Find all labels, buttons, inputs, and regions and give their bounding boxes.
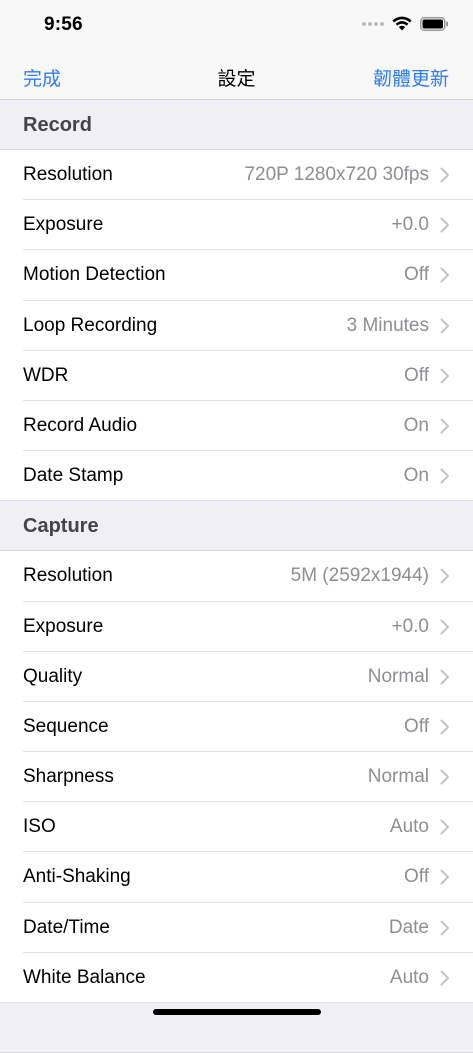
chevron-right-icon [440,769,449,785]
navigation-bar: 完成 設定 韌體更新 [0,50,473,100]
row-label: ISO [23,816,56,838]
row-value: Date [388,916,429,938]
settings-row[interactable]: Record Audio On [0,400,473,452]
row-label: Quality [23,665,83,687]
row-label: Sharpness [23,766,114,788]
chevron-right-icon [440,217,449,233]
status-bar: 9:56 [0,0,473,50]
row-value: Off [404,364,429,386]
chevron-right-icon [440,719,449,735]
chevron-right-icon [440,318,449,334]
chevron-right-icon [440,619,449,634]
chevron-right-icon [440,568,449,584]
row-label: Resolution [23,565,113,587]
row-value: Normal [367,766,429,788]
settings-row[interactable]: Anti-Shaking Off [0,852,473,903]
settings-row[interactable]: WDR Off [0,350,473,402]
row-value: +0.0 [391,214,429,236]
signal-dots-icon [362,21,384,26]
wifi-icon [392,16,412,31]
section-title: Record [23,114,92,136]
settings-row[interactable]: Motion Detection Off [0,250,473,301]
status-time: 9:56 [44,14,83,35]
settings-row[interactable]: White Balance Auto [0,952,473,1004]
row-label: Date/Time [23,916,110,938]
chevron-right-icon [440,970,449,986]
settings-row[interactable]: Resolution 720P 1280x720 30fps [0,150,473,201]
home-indicator[interactable] [153,1009,321,1015]
chevron-right-icon [440,368,449,384]
settings-row[interactable]: Exposure +0.0 [0,601,473,652]
row-value: Off [404,264,429,286]
chevron-right-icon [440,869,449,885]
section-header-capture: Capture [0,501,473,552]
row-label: Motion Detection [23,264,166,286]
chevron-right-icon [440,920,449,936]
settings-row[interactable]: ISO Auto [0,802,473,853]
row-value: Off [404,715,429,737]
row-value: 5M (2592x1944) [290,565,429,587]
row-label: Record Audio [23,414,138,436]
row-label: Loop Recording [23,314,158,336]
row-value: +0.0 [391,615,429,637]
row-value: Auto [389,966,429,988]
row-label: Anti-Shaking [23,866,131,888]
row-label: White Balance [23,966,146,988]
battery-icon [420,16,448,31]
row-value: 3 Minutes [346,314,429,336]
settings-list: Record Resolution 720P 1280x720 30fps Ex… [0,100,473,1053]
settings-row[interactable]: Date/Time Date [0,902,473,954]
row-label: Sequence [23,715,109,737]
row-label: Date Stamp [23,465,124,487]
settings-row[interactable]: Loop Recording 3 Minutes [0,300,473,351]
section-title: Capture [23,515,99,538]
settings-row[interactable]: Quality Normal [0,651,473,703]
settings-row[interactable]: Resolution 5M (2592x1944) [0,551,473,602]
row-value: Normal [367,665,429,687]
row-label: Exposure [23,214,104,236]
row-value: On [403,414,429,436]
row-value: On [403,465,429,487]
chevron-right-icon [440,669,449,685]
row-value: Off [404,866,429,888]
settings-row[interactable]: Sharpness Normal [0,752,473,803]
chevron-right-icon [440,819,449,835]
status-icons [362,16,449,31]
chevron-right-icon [440,468,449,484]
row-value: 720P 1280x720 30fps [244,164,429,185]
row-value: Auto [389,816,429,838]
row-label: Resolution [23,164,113,185]
row-label: WDR [23,364,69,386]
section-header-record: Record [0,100,473,150]
chevron-right-icon [440,418,449,434]
firmware-update-button[interactable]: 韌體更新 [373,64,449,91]
settings-row[interactable]: Exposure +0.0 [0,200,473,251]
chevron-right-icon [440,167,449,183]
settings-row[interactable]: Date Stamp On [0,451,473,502]
settings-row[interactable]: Sequence Off [0,701,473,753]
chevron-right-icon [440,267,449,283]
row-label: Exposure [23,615,104,637]
